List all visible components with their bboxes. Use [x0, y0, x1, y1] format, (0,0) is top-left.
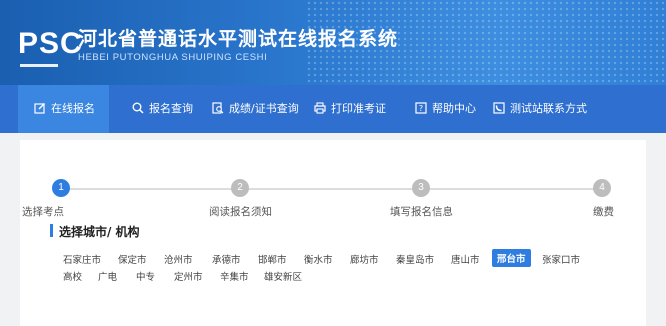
org-broadcast[interactable]: 广电: [98, 269, 117, 283]
city-handan[interactable]: 邯郸市: [258, 252, 287, 266]
document-search-icon: [212, 102, 224, 114]
phone-icon: [493, 102, 505, 114]
svg-text:?: ?: [419, 104, 423, 113]
step-3-label: 填写报名信息: [390, 206, 453, 218]
nav-label: 打印准考证: [331, 102, 386, 115]
edit-icon: [34, 103, 45, 114]
city-baoding[interactable]: 保定市: [118, 252, 147, 266]
city-xiongan[interactable]: 雄安新区: [264, 269, 302, 283]
printer-icon: [314, 102, 326, 114]
nav-label: 测试站联系方式: [510, 102, 587, 115]
nav-label: 在线报名: [51, 102, 95, 115]
section-marker: [50, 224, 53, 237]
steps-progress-line: [60, 188, 605, 190]
step-3-circle: 3: [412, 179, 430, 197]
step-2-circle: 2: [231, 179, 249, 197]
nav-item-score-query[interactable]: 成绩/证书查询: [212, 85, 299, 133]
nav-label: 报名查询: [149, 102, 193, 115]
city-cangzhou[interactable]: 沧州市: [164, 252, 193, 266]
city-zhangjiakou[interactable]: 张家口市: [542, 252, 580, 266]
city-hengshui[interactable]: 衡水市: [304, 252, 333, 266]
org-colleges[interactable]: 高校: [63, 269, 82, 283]
city-qinhuangdao[interactable]: 秦皇岛市: [396, 252, 434, 266]
city-chengde[interactable]: 承德市: [212, 252, 241, 266]
search-icon: [132, 102, 144, 114]
step-1-label: 选择考点: [22, 206, 64, 218]
nav-item-station-contact[interactable]: 测试站联系方式: [493, 85, 587, 133]
city-shijiazhuang[interactable]: 石家庄市: [63, 252, 101, 266]
nav-item-print-admission[interactable]: 打印准考证: [314, 85, 386, 133]
nav-label: 成绩/证书查询: [229, 102, 299, 115]
step-1-circle: 1: [52, 179, 70, 197]
city-xingtai-selected[interactable]: 邢台市: [492, 249, 531, 267]
site-subtitle: HEBEI PUTONGHUA SHUIPING CESHI: [78, 52, 268, 63]
nav-item-online-registration[interactable]: 在线报名: [18, 85, 109, 133]
org-technical-school[interactable]: 中专: [136, 269, 155, 283]
nav-item-registration-query[interactable]: 报名查询: [132, 85, 193, 133]
nav-item-help-center[interactable]: ? 帮助中心: [415, 85, 476, 133]
step-4-label: 缴费: [593, 206, 614, 218]
nav-label: 帮助中心: [432, 102, 476, 115]
city-tangshan[interactable]: 唐山市: [451, 252, 480, 266]
city-dingzhou[interactable]: 定州市: [174, 269, 203, 283]
step-2-label: 阅读报名须知: [209, 206, 272, 218]
site-title: 河北省普通话水平测试在线报名系统: [78, 28, 399, 50]
logo-underline: [20, 64, 58, 67]
main-nav: 在线报名 报名查询 成绩/证书查询 打印准考证 ? 帮助中心 测试站联系方式: [0, 85, 666, 133]
psc-logo: PSC: [18, 27, 83, 60]
city-xinji[interactable]: 辛集市: [220, 269, 249, 283]
help-icon: ?: [415, 102, 427, 114]
header-banner: PSC 河北省普通话水平测试在线报名系统 HEBEI PUTONGHUA SHU…: [0, 0, 666, 85]
section-title: 选择城市/ 机构: [59, 225, 140, 239]
city-langfang[interactable]: 廊坊市: [350, 252, 379, 266]
step-4-circle: 4: [593, 179, 611, 197]
